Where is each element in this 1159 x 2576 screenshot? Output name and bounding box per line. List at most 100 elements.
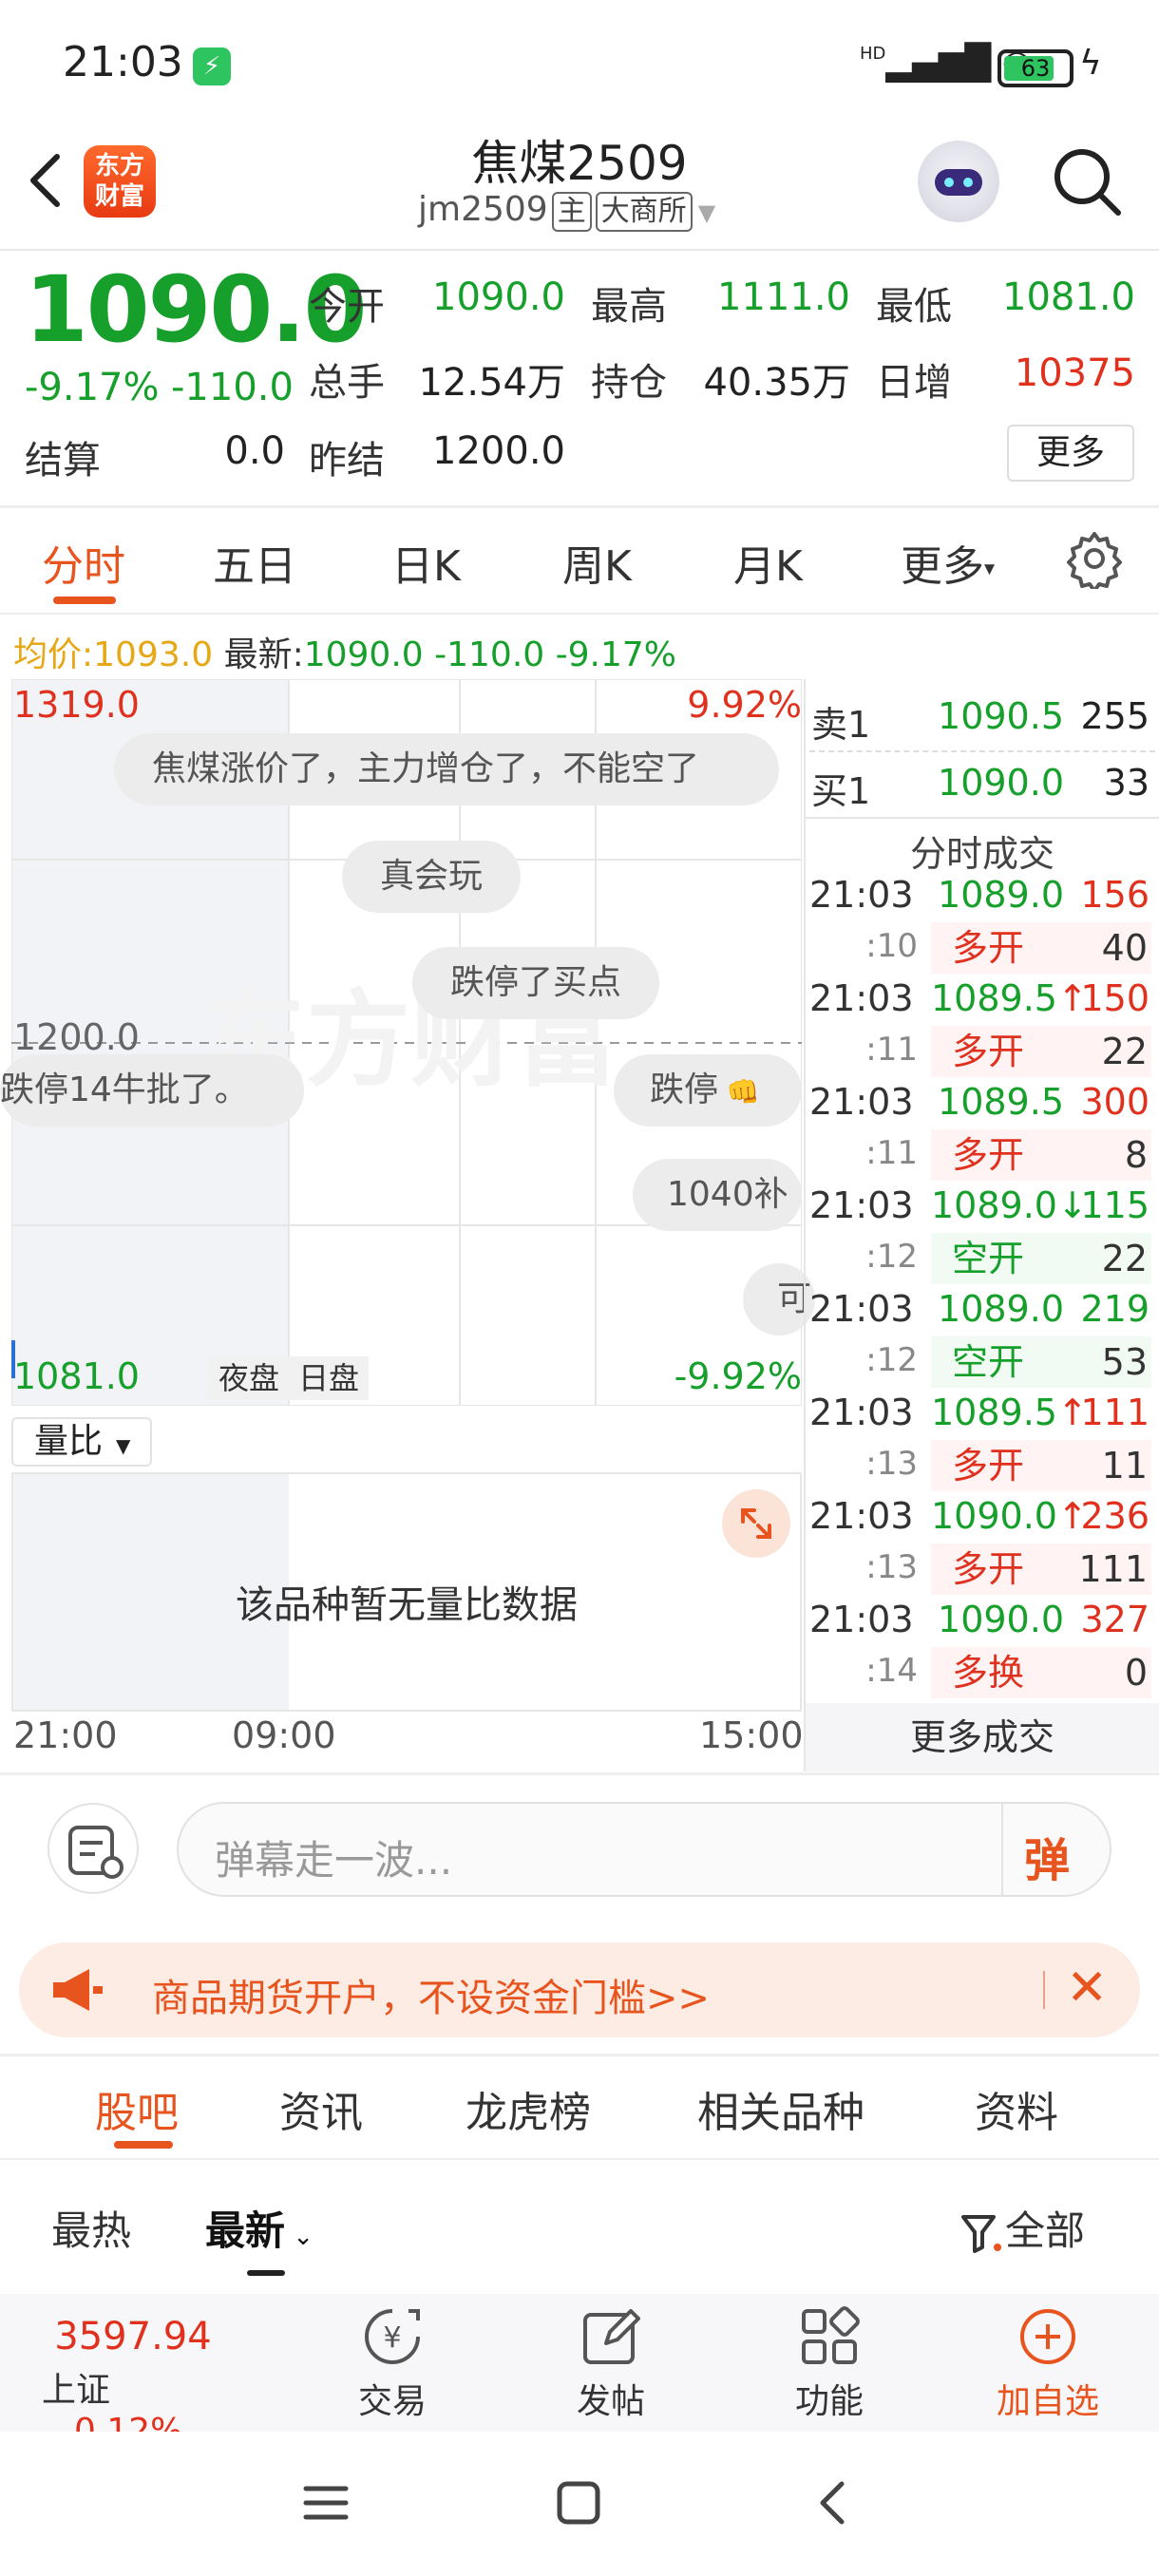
tab-more[interactable]: 更多▾ [901,532,995,593]
open-interest-label: 持仓 [591,361,667,405]
ask1-price: 1090.5 [938,695,1064,737]
tick-second: :12 [865,1238,918,1276]
tick-time: 21:03 [809,1495,914,1537]
intraday-chart[interactable]: 东方财富 1319.0 9.92% 1200.0 1081.0 -9.92% 夜… [0,679,815,1406]
tick-time: 21:03 [809,874,914,916]
tick-price: 1089.0 [938,1288,1064,1330]
contract-code: jm2509 [418,190,548,229]
tick-second: :14 [865,1652,918,1690]
tab-five-day[interactable]: 五日 [213,532,296,593]
tick-time: 21:03 [809,1184,914,1226]
post-button[interactable]: 发帖 [535,2294,687,2432]
night-session-label: 夜盘 [209,1356,290,1400]
index-name: 上证 [42,2371,111,2410]
orderbook-divider [809,750,1155,752]
lower-price-label: 1081.0 [13,1355,140,1397]
change-value: -110.0 [171,366,294,409]
search-icon [1054,149,1121,216]
tick-type: 多换 0 [931,1647,1151,1698]
open-value: 1090.0 [432,275,565,319]
dropdown-icon: ▼ [697,199,716,226]
tick-volume: 327 [1080,1599,1150,1640]
tick-second: :11 [865,1031,918,1069]
promo-text: 商品期货开户，不设资金门槛>> [152,1977,711,2020]
last-price-value: 1090.0 [303,635,424,674]
tab-related[interactable]: 相关品种 [697,2078,864,2139]
divider [0,2054,1159,2056]
status-bar: 21:03 ⚡ HD▂▄▆█ ◠ 63 ϟ [0,0,1159,128]
tab-monthly-k[interactable]: 月K [733,532,803,593]
add-watchlist-label: 加自选 [996,2382,1099,2421]
assistant-robot-icon[interactable] [918,141,999,222]
prev-settle-label: 昨结 [309,439,385,483]
tab-forum[interactable]: 股吧 [95,2078,179,2139]
tick-type: 多开 11 [931,1440,1151,1491]
tick-type: 多开 111 [931,1544,1151,1595]
sort-hot[interactable]: 最热 [51,2199,131,2257]
tick-price: 1089.5↑ [931,1392,1088,1433]
tab-profile[interactable]: 资料 [975,2078,1058,2139]
charging-icon: ϟ [1079,44,1102,83]
high-value: 1111.0 [717,275,850,319]
tick-time: 21:03 [809,1288,914,1330]
expand-icon [741,1508,771,1539]
tab-daily-k[interactable]: 日K [391,532,461,593]
tick-volume: 111 [1080,1392,1150,1433]
more-ticks-button[interactable]: 更多成交 [806,1703,1159,1771]
chart-settings-button[interactable] [1064,528,1125,593]
ask1-volume: 255 [1080,695,1150,737]
danmaku-bubble: 1040补 [633,1159,802,1231]
index-ticker[interactable]: 3597.94 上证0.12% [38,2294,228,2451]
time-axis-label: 21:00 [13,1714,118,1756]
price-info-line: 均价:1093.0 最新:1090.0 -110.0 -9.17% [13,627,676,676]
tick-price: 1090.0↑ [931,1495,1088,1537]
add-watchlist-button[interactable]: 加自选 [972,2294,1124,2432]
danmaku-bubble: 跌停 👊 [614,1054,802,1127]
close-icon[interactable]: ✕ [1066,1960,1108,2017]
home-icon[interactable] [555,2479,602,2527]
functions-label: 功能 [794,2382,864,2421]
filter-button[interactable]: 全部 [960,2199,1085,2257]
tick-price: 1090.0 [938,1599,1064,1640]
day-session-label: 日盘 [289,1356,370,1400]
more-quote-button[interactable]: 更多 [1007,425,1134,482]
danmaku-bubble: 跌停了买点 [412,947,660,1019]
battery-level: 63 [1020,55,1051,82]
expand-button[interactable] [722,1489,790,1558]
volume-ratio-select[interactable]: 量比 ▼ [11,1417,152,1467]
ticks-title: 分时成交 [909,833,1054,875]
tick-price: 1089.5 [938,1081,1064,1123]
low-value: 1081.0 [1002,275,1135,319]
back-nav-icon[interactable] [809,2479,857,2527]
trade-button[interactable]: ¥ 交易 [316,2294,468,2432]
promo-banner[interactable]: 商品期货开户，不设资金门槛>> ✕ [19,1942,1140,2037]
tick-volume: 115 [1080,1184,1150,1226]
tab-news[interactable]: 资讯 [279,2078,363,2139]
status-time: 21:03 [63,38,183,86]
contract-subtitle[interactable]: jm2509 主大商所 ▼ [418,190,715,232]
last-price-label: 最新: [223,635,304,674]
index-value: 3597.94 [54,2315,212,2358]
danmaku-settings-button[interactable] [48,1803,139,1894]
upper-pct-label: 9.92% [687,684,802,726]
exchange-badge: 大商所 [595,192,693,232]
divider [0,1772,1159,1775]
search-button[interactable] [1050,144,1126,220]
dropdown-icon: ▾ [984,557,996,581]
divider [0,613,1159,615]
avg-price-label: 均价: [13,635,94,674]
sort-latest[interactable]: 最新 ⌄ [205,2199,314,2257]
tab-dragon-tiger[interactable]: 龙虎榜 [466,2078,591,2139]
tab-weekly-k[interactable]: 周K [562,532,632,593]
divider [1043,1971,1045,2009]
danmaku-send-button[interactable]: 弹 [1024,1823,1070,1889]
divider [806,817,1159,819]
danmaku-input[interactable]: 弹幕走一波... 弹 [177,1802,1112,1897]
functions-button[interactable]: 功能 [753,2294,905,2432]
tick-type: 多开 40 [931,922,1151,974]
tab-intraday[interactable]: 分时 [42,532,125,593]
mid-price-label: 1200.0 [13,1016,140,1058]
volume-label: 总手 [309,361,385,405]
daily-increase-value: 10375 [1014,351,1135,395]
menu-icon[interactable] [302,2479,350,2527]
